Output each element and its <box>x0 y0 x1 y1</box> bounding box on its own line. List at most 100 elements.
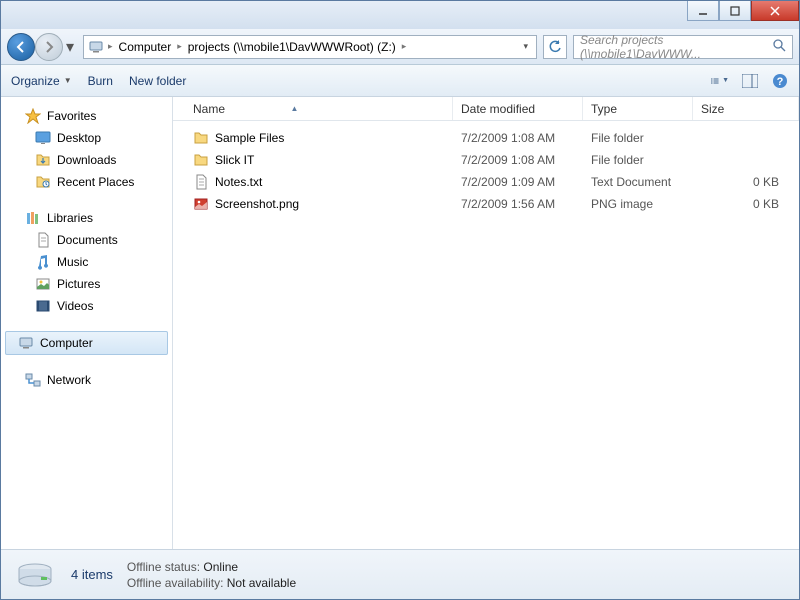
organize-button[interactable]: Organize ▼ <box>11 74 72 88</box>
view-options-button[interactable]: ▼ <box>711 72 729 90</box>
help-button[interactable]: ? <box>771 72 789 90</box>
sidebar-label: Documents <box>57 233 118 247</box>
sidebar-item-pictures[interactable]: Pictures <box>1 273 172 295</box>
videos-icon <box>35 298 51 314</box>
sidebar-label: Network <box>47 373 91 387</box>
search-input[interactable]: Search projects (\\mobile1\DavWWW... <box>573 35 793 59</box>
column-label: Size <box>701 102 724 116</box>
computer-icon <box>18 335 34 351</box>
sidebar-label: Libraries <box>47 211 93 225</box>
sort-ascending-icon: ▲ <box>291 104 299 113</box>
sidebar-item-desktop[interactable]: Desktop <box>1 127 172 149</box>
column-date[interactable]: Date modified <box>453 97 583 120</box>
refresh-button[interactable] <box>543 35 567 59</box>
file-list: Sample Files 7/2/2009 1:08 AM File folde… <box>173 121 799 549</box>
network-group: Network <box>1 369 172 391</box>
column-label: Name <box>193 102 225 116</box>
nav-buttons: ▾ <box>7 33 77 61</box>
image-file-icon <box>193 196 209 212</box>
sidebar-item-computer[interactable]: Computer <box>5 331 168 355</box>
sidebar-item-music[interactable]: Music <box>1 251 172 273</box>
sidebar-item-libraries[interactable]: Libraries <box>1 207 172 229</box>
breadcrumb-label: Computer <box>119 40 172 54</box>
preview-pane-button[interactable] <box>741 72 759 90</box>
button-label: Organize <box>11 74 60 88</box>
column-type[interactable]: Type <box>583 97 693 120</box>
navigation-bar: ▾ ▸ Computer ▸ projects (\\mobile1\DavWW… <box>1 29 799 65</box>
sidebar-item-documents[interactable]: Documents <box>1 229 172 251</box>
column-label: Date modified <box>461 102 535 116</box>
file-type: PNG image <box>583 197 693 211</box>
file-row[interactable]: Notes.txt 7/2/2009 1:09 AM Text Document… <box>173 171 799 193</box>
sidebar-item-videos[interactable]: Videos <box>1 295 172 317</box>
computer-icon <box>88 39 104 55</box>
chevron-down-icon: ▼ <box>64 76 72 85</box>
file-name: Notes.txt <box>215 175 262 189</box>
file-date: 7/2/2009 1:08 AM <box>453 153 583 167</box>
titlebar <box>1 1 799 29</box>
breadcrumb-label: projects (\\mobile1\DavWWWRoot) (Z:) <box>188 40 396 54</box>
new-folder-button[interactable]: New folder <box>129 74 186 88</box>
burn-button[interactable]: Burn <box>88 74 113 88</box>
file-name: Screenshot.png <box>215 197 299 211</box>
sidebar-label: Computer <box>40 336 93 350</box>
back-button[interactable] <box>7 33 35 61</box>
documents-icon <box>35 232 51 248</box>
status-value: Online <box>203 560 238 574</box>
explorer-window: ▾ ▸ Computer ▸ projects (\\mobile1\DavWW… <box>0 0 800 600</box>
button-label: Burn <box>88 74 113 88</box>
recent-icon <box>35 174 51 190</box>
downloads-icon <box>35 152 51 168</box>
libraries-icon <box>25 210 41 226</box>
network-icon <box>25 372 41 388</box>
sidebar-label: Videos <box>57 299 93 313</box>
computer-group: Computer <box>1 331 172 355</box>
details-pane: 4 items Offline status: Online Offline a… <box>1 549 799 599</box>
sidebar-label: Downloads <box>57 153 116 167</box>
minimize-button[interactable] <box>687 1 719 21</box>
file-size: 0 KB <box>693 175 799 189</box>
address-dropdown[interactable]: ▾ <box>519 41 532 52</box>
sidebar-item-recent[interactable]: Recent Places <box>1 171 172 193</box>
chevron-right-icon[interactable]: ▸ <box>402 41 407 52</box>
breadcrumb-drive[interactable]: projects (\\mobile1\DavWWWRoot) (Z:) <box>186 40 398 54</box>
column-name[interactable]: Name ▲ <box>173 97 453 120</box>
body: Favorites Desktop Downloads Recent Place… <box>1 97 799 549</box>
file-date: 7/2/2009 1:09 AM <box>453 175 583 189</box>
sidebar-item-downloads[interactable]: Downloads <box>1 149 172 171</box>
chevron-right-icon[interactable]: ▸ <box>108 41 113 52</box>
column-size[interactable]: Size <box>693 97 799 120</box>
pictures-icon <box>35 276 51 292</box>
file-list-pane: Name ▲ Date modified Type Size Sample Fil… <box>173 97 799 549</box>
status-label: Offline availability: <box>127 576 224 590</box>
file-row[interactable]: Sample Files 7/2/2009 1:08 AM File folde… <box>173 127 799 149</box>
window-controls <box>687 1 799 21</box>
close-button[interactable] <box>751 1 799 21</box>
star-icon <box>25 108 41 124</box>
sidebar-label: Favorites <box>47 109 96 123</box>
button-label: New folder <box>129 74 186 88</box>
file-date: 7/2/2009 1:08 AM <box>453 131 583 145</box>
drive-icon <box>13 557 57 593</box>
file-row[interactable]: Slick IT 7/2/2009 1:08 AM File folder <box>173 149 799 171</box>
forward-button[interactable] <box>35 33 63 61</box>
sidebar-item-favorites[interactable]: Favorites <box>1 105 172 127</box>
file-type: Text Document <box>583 175 693 189</box>
address-bar[interactable]: ▸ Computer ▸ projects (\\mobile1\DavWWWR… <box>83 35 537 59</box>
maximize-button[interactable] <box>719 1 751 21</box>
file-name: Sample Files <box>215 131 284 145</box>
breadcrumb-computer[interactable]: Computer <box>117 40 174 54</box>
sidebar-item-network[interactable]: Network <box>1 369 172 391</box>
history-dropdown[interactable]: ▾ <box>63 37 77 57</box>
file-date: 7/2/2009 1:56 AM <box>453 197 583 211</box>
file-row[interactable]: Screenshot.png 7/2/2009 1:56 AM PNG imag… <box>173 193 799 215</box>
sidebar-label: Desktop <box>57 131 101 145</box>
item-count: 4 items <box>71 567 113 582</box>
text-file-icon <box>193 174 209 190</box>
toolbar-right: ▼ ? <box>711 72 789 90</box>
search-placeholder: Search projects (\\mobile1\DavWWW... <box>580 33 773 61</box>
status-label: Offline status: <box>127 560 200 574</box>
svg-text:?: ? <box>777 76 784 88</box>
sidebar-label: Pictures <box>57 277 100 291</box>
chevron-right-icon[interactable]: ▸ <box>177 41 182 52</box>
